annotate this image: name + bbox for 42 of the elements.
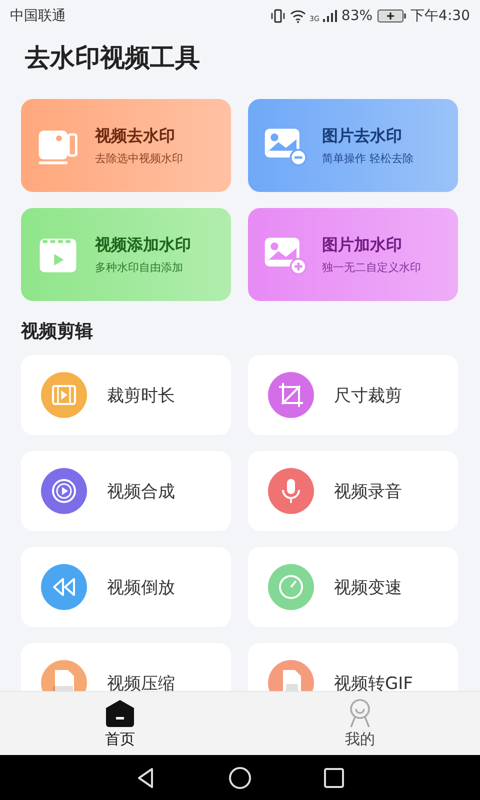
tool-label: 视频压缩 — [107, 672, 175, 691]
tool-card[interactable]: 视频录音 — [248, 451, 458, 531]
feature-card[interactable]: 视频去水印 去除选中视频水印 — [21, 99, 231, 192]
feature-subtitle: 简单操作 轻松去除 — [322, 150, 414, 166]
tab-item[interactable]: 我的 — [240, 692, 480, 755]
wifi-icon — [290, 10, 306, 22]
tool-label: 视频转GIF — [334, 672, 413, 691]
feature-title: 视频添加水印 — [95, 234, 191, 256]
battery-percent: 83% — [341, 8, 373, 24]
feature-subtitle: 多种水印自由添加 — [95, 260, 184, 274]
tab-item[interactable]: 首页 — [0, 692, 240, 755]
app-title: 去水印视频工具 — [25, 42, 201, 74]
tool-label: 视频录音 — [334, 480, 402, 502]
feature-card[interactable]: 图片去水印 简单操作 轻松去除 — [248, 99, 458, 192]
feature-title: 视频去水印 — [95, 126, 176, 146]
feature-card[interactable]: 图片加水印 独一无二自定义水印 — [248, 208, 458, 301]
carrier-name: 中国联通 — [10, 7, 66, 25]
tool-label: 尺寸裁剪 — [334, 384, 402, 406]
vibrate-icon — [270, 9, 286, 23]
tool-card[interactable]: 视频变速 — [248, 547, 458, 627]
tool-label: 视频倒放 — [107, 576, 175, 598]
tool-card[interactable]: 视频倒放 — [21, 547, 231, 627]
tool-label: 裁剪时长 — [107, 384, 175, 406]
feature-title: 图片去水印 — [322, 126, 403, 146]
tool-card[interactable]: 视频压缩 — [21, 643, 231, 691]
feature-card[interactable]: 视频添加水印 多种水印自由添加 — [21, 208, 231, 301]
signal-icon — [323, 10, 338, 22]
tool-label: 视频合成 — [107, 480, 175, 502]
feature-subtitle: 独一无二自定义水印 — [322, 260, 421, 274]
feature-subtitle: 去除选中视频水印 — [95, 150, 183, 166]
tool-label: 视频变速 — [334, 576, 402, 598]
section-title: 视频剪辑 — [21, 320, 94, 343]
tool-card[interactable]: 尺寸裁剪 — [248, 355, 458, 435]
recents-icon[interactable] — [322, 766, 346, 790]
tool-card[interactable]: 视频合成 — [21, 451, 231, 531]
tool-card[interactable]: 裁剪时长 — [21, 355, 231, 435]
battery-icon — [376, 9, 407, 23]
clock-time: 下午4:30 — [410, 7, 470, 25]
home-button-icon[interactable] — [228, 766, 252, 790]
home-icon — [104, 698, 136, 728]
feature-title: 图片加水印 — [322, 234, 403, 256]
tool-card[interactable]: 视频转GIF — [248, 643, 458, 691]
